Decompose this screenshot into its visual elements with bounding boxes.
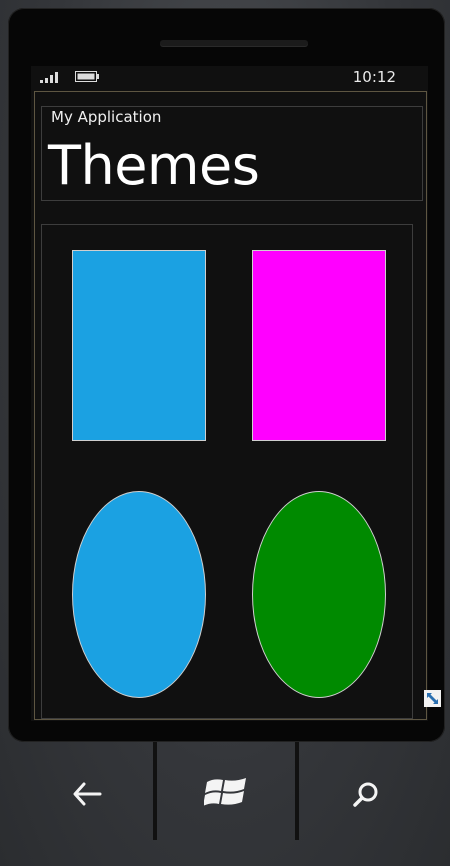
- blue-ellipse: [72, 491, 206, 698]
- windows-logo-icon: [204, 778, 246, 806]
- speaker-grille: [160, 40, 308, 46]
- hardware-navbar: [0, 742, 450, 866]
- app-name: My Application: [51, 108, 162, 126]
- search-button[interactable]: [299, 742, 449, 840]
- back-button[interactable]: [10, 742, 160, 840]
- fullscreen-toggle-icon[interactable]: [424, 690, 441, 707]
- start-button[interactable]: [157, 742, 307, 840]
- signal-bars-icon: [40, 72, 58, 83]
- status-time: 10:12: [352, 68, 396, 86]
- status-bar: 10:12: [31, 66, 428, 88]
- back-arrow-icon: [73, 782, 102, 806]
- blue-rectangle: [72, 250, 206, 441]
- page-title: Themes: [48, 134, 260, 197]
- battery-icon: [75, 71, 99, 82]
- magenta-rectangle: [252, 250, 386, 441]
- green-ellipse: [252, 491, 386, 698]
- search-icon: [353, 782, 378, 807]
